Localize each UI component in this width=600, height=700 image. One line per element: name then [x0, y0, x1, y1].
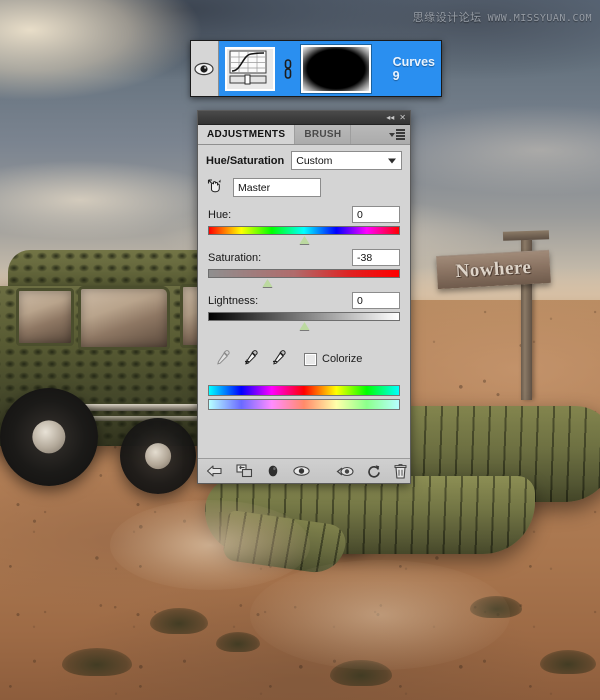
toggle-layer-visibility-black-icon[interactable]	[266, 464, 280, 478]
lightness-slider-block: Lightness: 0	[198, 292, 410, 335]
hue-value-field[interactable]: 0	[352, 206, 400, 223]
saturation-slider-block: Saturation: -38	[198, 249, 410, 292]
lightness-value-field[interactable]: 0	[352, 292, 400, 309]
link-icon[interactable]	[283, 58, 293, 80]
eye-icon	[194, 62, 214, 75]
adjustments-panel: ◂◂ ✕ ADJUSTMENTS BRUSH Hue/Saturation Cu…	[197, 110, 411, 484]
eyedropper-row: Colorize	[198, 335, 410, 369]
on-image-adjustment-hand-icon[interactable]	[206, 177, 224, 198]
preset-select-value: Custom	[296, 154, 333, 167]
watermark: 思缘设计论坛 WWW.MISSYUAN.COM	[413, 9, 592, 25]
layer-visibility-toggle[interactable]	[191, 41, 219, 96]
layer-mask-thumbnail[interactable]	[300, 44, 371, 93]
artwork-car-window	[78, 286, 170, 350]
hue-track-wrap[interactable]	[208, 226, 400, 244]
artwork-wheel-hubcap	[32, 420, 66, 454]
preset-row: Hue/Saturation Custom	[198, 145, 410, 175]
channel-select-value: Master	[238, 181, 271, 194]
panel-titlebar: ◂◂ ✕	[198, 111, 410, 125]
hue-track[interactable]	[208, 226, 400, 235]
saturation-slider-thumb[interactable]	[262, 279, 273, 288]
tabs-filler	[351, 125, 410, 144]
panel-menu-icon[interactable]	[389, 129, 405, 140]
tab-brush[interactable]: BRUSH	[295, 125, 352, 144]
lightness-track-wrap[interactable]	[208, 312, 400, 330]
artwork-dust-cloud	[110, 500, 310, 590]
artwork-wheel-hubcap	[145, 443, 171, 469]
clip-to-layer-icon[interactable]	[236, 464, 253, 478]
saturation-track-wrap[interactable]	[208, 269, 400, 287]
preview-eye-icon[interactable]	[293, 465, 310, 477]
view-previous-state-icon[interactable]	[336, 465, 354, 478]
panel-footer	[198, 458, 410, 483]
lightness-slider-thumb[interactable]	[299, 322, 310, 331]
colorize-label: Colorize	[322, 353, 363, 365]
reset-adjustment-icon[interactable]	[367, 464, 381, 478]
tab-adjustments[interactable]: ADJUSTMENTS	[198, 125, 296, 144]
close-icon[interactable]: ✕	[399, 113, 406, 122]
lightness-value: 0	[357, 294, 363, 307]
collapse-icon[interactable]: ◂◂	[386, 113, 394, 122]
adjustment-type-label: Hue/Saturation	[206, 154, 285, 167]
hue-label: Hue:	[208, 208, 232, 221]
hue-spectrum-after	[208, 399, 400, 410]
saturation-label: Saturation:	[208, 251, 262, 264]
artwork-car-window	[16, 288, 74, 346]
artwork-car-wheel	[120, 418, 196, 494]
lightness-track[interactable]	[208, 312, 400, 321]
layer-name: Curves 9	[392, 54, 435, 83]
artwork-bush	[62, 648, 132, 676]
colorize-control[interactable]: Colorize	[304, 352, 363, 366]
saturation-value-field[interactable]: -38	[352, 249, 400, 266]
artwork-car-wheel	[0, 388, 98, 486]
saturation-value: -38	[357, 251, 373, 264]
curves-thumbnail[interactable]	[224, 46, 275, 91]
hue-slider-block: Hue: 0	[198, 206, 410, 249]
colorize-checkbox[interactable]	[304, 352, 317, 366]
lightness-label: Lightness:	[208, 294, 259, 307]
artwork-sign-crossbar	[502, 230, 550, 241]
return-to-adjustment-list-icon[interactable]	[206, 464, 223, 478]
preset-select[interactable]: Custom	[291, 151, 402, 170]
artwork-dust-cloud	[250, 560, 510, 670]
layer-row-content[interactable]: Curves 9	[218, 41, 441, 96]
layers-panel-row[interactable]: Curves 9	[190, 40, 442, 97]
panel-tabs: ADJUSTMENTS BRUSH	[198, 125, 410, 145]
delete-adjustment-layer-icon[interactable]	[394, 463, 407, 479]
channel-row: Master	[198, 175, 410, 206]
photoshop-canvas: Nowhere 思缘设计论坛 WWW.MISSYUAN.COM Curves 9…	[0, 0, 600, 700]
hue-slider-thumb[interactable]	[299, 236, 310, 245]
artwork-sign-board: Nowhere	[436, 249, 551, 290]
eyedropper-add-icon[interactable]	[242, 349, 259, 369]
watermark-url: WWW.MISSYUAN.COM	[487, 13, 592, 24]
watermark-chinese: 思缘设计论坛	[412, 11, 482, 24]
hue-spectrum-before	[208, 385, 400, 396]
channel-select[interactable]: Master	[233, 178, 321, 197]
chevron-down-icon	[388, 158, 396, 163]
artwork-sign-label: Nowhere	[454, 256, 533, 283]
hue-value: 0	[357, 208, 363, 221]
eyedropper-icon[interactable]	[214, 349, 231, 369]
eyedropper-subtract-icon[interactable]	[270, 349, 287, 369]
spectrum-bars	[198, 369, 410, 410]
saturation-track[interactable]	[208, 269, 400, 278]
